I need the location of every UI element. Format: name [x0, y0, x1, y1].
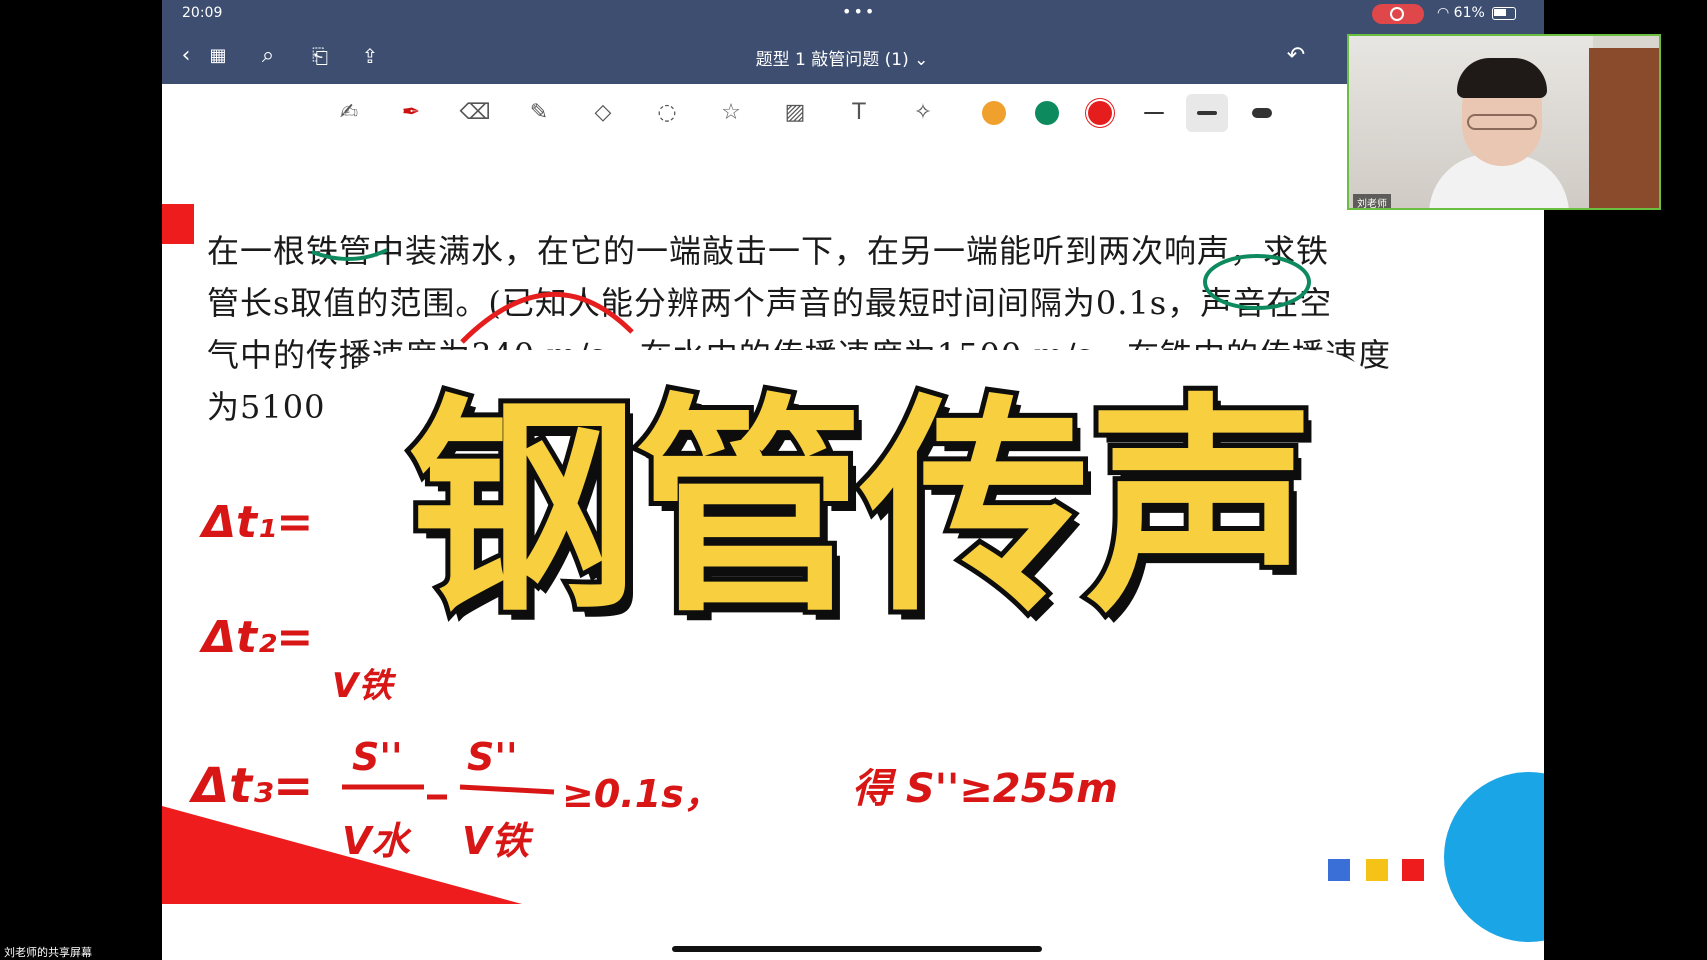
door-background: [1589, 48, 1659, 208]
chevron-down-icon: ⌄: [914, 50, 929, 70]
lasso-icon[interactable]: ◌: [650, 96, 684, 130]
zoom-write-icon[interactable]: ✍: [332, 96, 366, 130]
color-green[interactable]: [1035, 101, 1059, 125]
battery-percent: 61%: [1453, 5, 1485, 21]
color-orange[interactable]: [982, 101, 1006, 125]
video-pip[interactable]: 刘老师: [1347, 34, 1661, 210]
eraser-icon[interactable]: ⌫: [458, 96, 492, 130]
frac2-bar: [459, 784, 555, 795]
screen-share-label: 刘老师的共享屏幕: [4, 946, 92, 959]
wifi-icon: ◠: [1437, 5, 1454, 21]
sticker-icon[interactable]: ☆: [714, 96, 748, 130]
overlay-title: 钢管传声: [403, 371, 1321, 648]
frac2-num: S'': [467, 735, 518, 779]
grid-icon[interactable]: ▦: [204, 42, 232, 70]
yellow-square: [1366, 859, 1388, 881]
stroke-thick[interactable]: [1252, 108, 1272, 118]
frac1-num: S'': [352, 735, 403, 779]
status-bar: 20:09 ••• ◠ 61%: [162, 0, 1544, 28]
circle-0.1s: [1203, 254, 1311, 310]
undo-icon[interactable]: ↶: [1282, 42, 1310, 70]
eq2-label: Δt₂=: [199, 612, 313, 663]
red-triangle-decoration: [162, 806, 522, 904]
text-icon[interactable]: T: [842, 96, 876, 130]
condition: ≥0.1s，: [562, 772, 722, 816]
presenter-name: 刘老师: [1353, 194, 1391, 208]
result: 得 S''≥255m: [852, 766, 1118, 812]
document-title[interactable]: 题型 1 敲管问题 (1) ⌄: [682, 45, 1002, 70]
laser-pointer-icon[interactable]: ✧: [906, 96, 940, 130]
pen-icon[interactable]: ✒: [394, 96, 428, 130]
multitask-dots[interactable]: •••: [842, 2, 876, 21]
home-indicator[interactable]: [672, 946, 1042, 952]
search-icon[interactable]: ⌕: [254, 42, 282, 70]
highlighter-icon[interactable]: ✎: [522, 96, 556, 130]
color-red-selected[interactable]: [1088, 101, 1112, 125]
red-arc: [460, 291, 634, 344]
bookmark-icon[interactable]: ⎗: [306, 42, 334, 70]
status-time: 20:09: [182, 5, 223, 21]
nav-bar: ‹ ▦ ⌕ ⎗ ⇪ 题型 1 敲管问题 (1) ⌄ ↶: [162, 28, 1544, 84]
battery-icon: [1492, 6, 1517, 20]
recording-indicator[interactable]: [1372, 4, 1424, 24]
battery-indicator: ◠ 61%: [1437, 5, 1517, 21]
blue-square: [1328, 859, 1350, 881]
stroke-medium-selected[interactable]: [1186, 94, 1228, 132]
stroke-thin[interactable]: [1144, 112, 1164, 114]
image-icon[interactable]: ▨: [778, 96, 812, 130]
eq2-den: V铁: [332, 666, 396, 706]
underline-tieguan: [311, 248, 388, 262]
drawing-toolbar: ✍ ✒ ⌫ ✎ ◇ ◌ ☆ ▨ T ✧: [162, 84, 1544, 143]
share-icon[interactable]: ⇪: [356, 42, 384, 70]
eq1-label: Δt₁=: [199, 497, 313, 548]
shapes-icon[interactable]: ◇: [586, 96, 620, 130]
back-icon[interactable]: ‹: [172, 42, 200, 70]
red-square: [1402, 859, 1424, 881]
